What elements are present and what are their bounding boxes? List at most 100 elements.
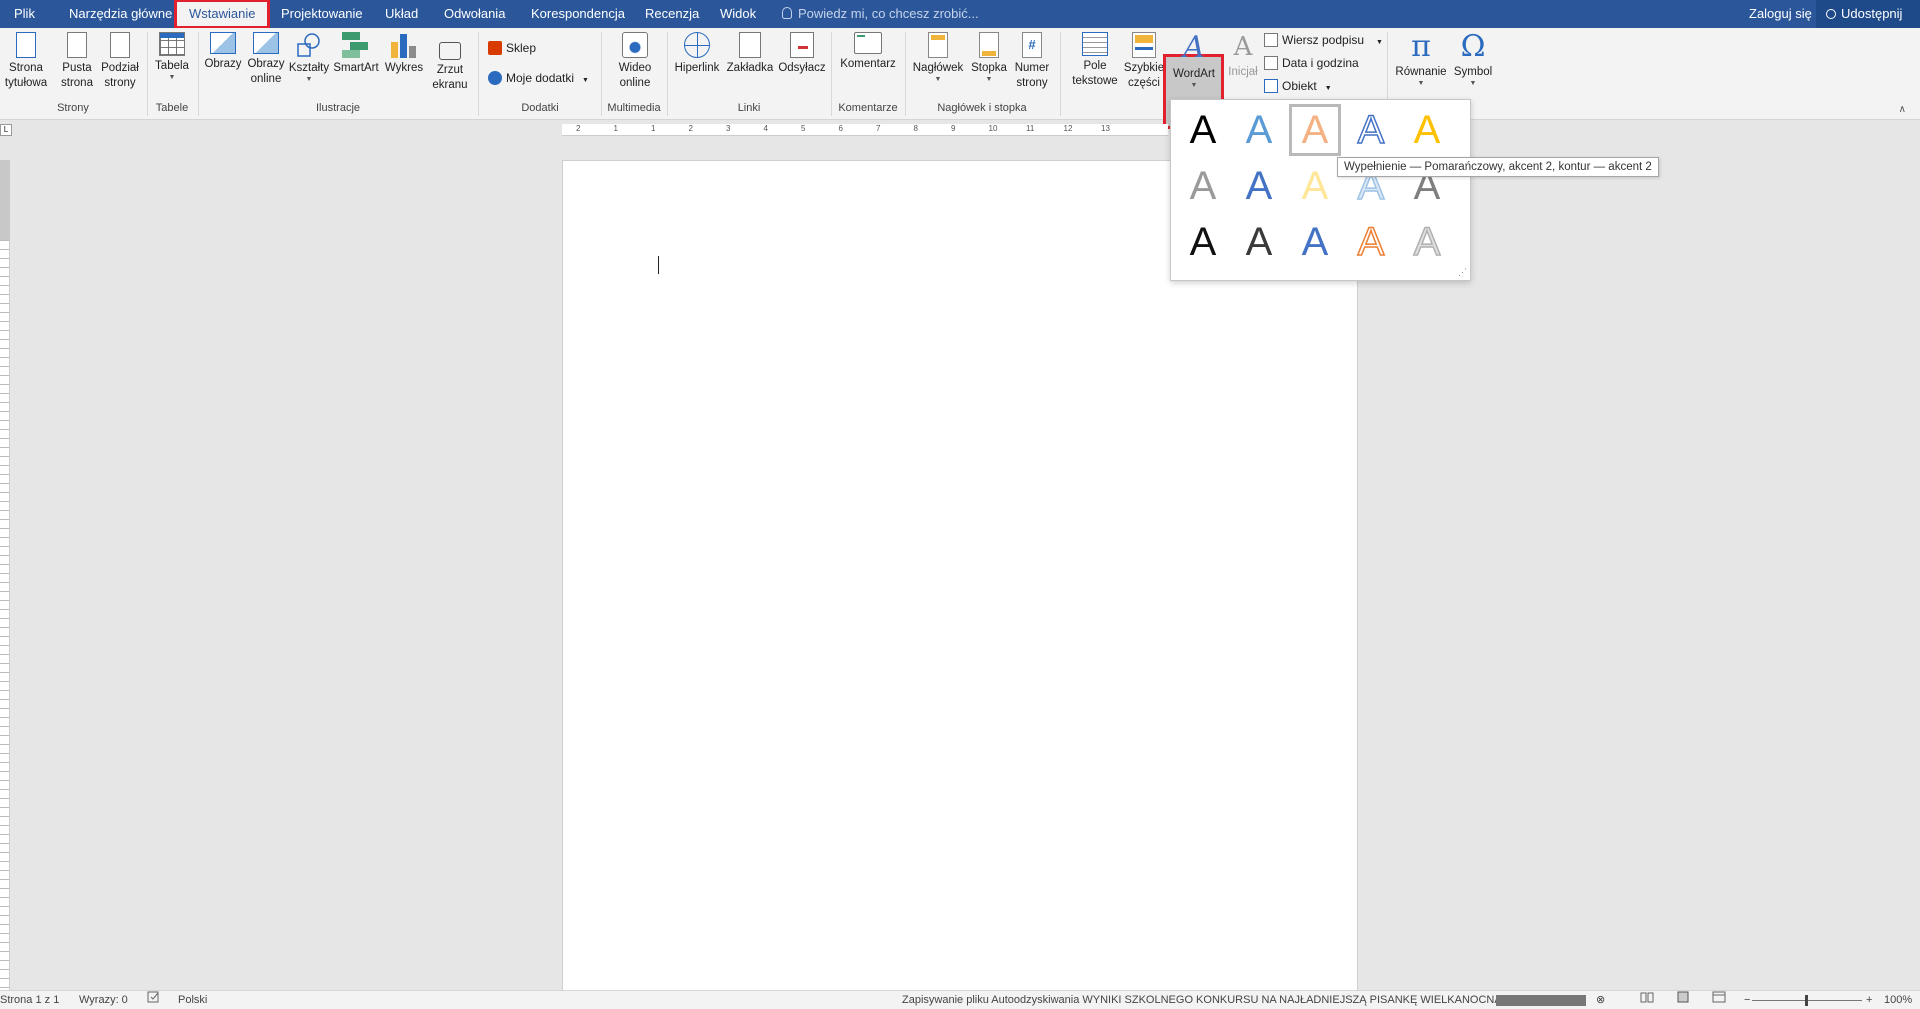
cancel-icon[interactable]: ⊗: [1596, 991, 1605, 1009]
shapes-button[interactable]: Kształty ▼: [287, 32, 331, 84]
equation-button[interactable]: π Równanie ▼: [1392, 32, 1450, 88]
zoom-slider-thumb[interactable]: [1805, 995, 1808, 1006]
table-button[interactable]: Tabela ▼: [150, 32, 194, 82]
proofing-icon[interactable]: [147, 991, 161, 1009]
page-break-button[interactable]: Podział strony: [98, 32, 142, 91]
blank-page-icon: [67, 32, 87, 58]
wordart-style-option[interactable]: A: [1177, 104, 1229, 156]
page-count[interactable]: Strona 1 z 1: [0, 991, 59, 1009]
vertical-ruler[interactable]: [0, 160, 10, 990]
tab-file[interactable]: Plik: [14, 0, 35, 28]
group-label-addins: Dodatki: [521, 102, 559, 114]
wordart-style-option[interactable]: A: [1401, 216, 1453, 268]
pi-icon: π: [1411, 29, 1431, 64]
ruler-tick-label: 8: [913, 124, 918, 133]
group-label-media: Multimedia: [607, 102, 661, 114]
table-label: Tabela: [155, 60, 189, 72]
bookmark-button[interactable]: Zakładka: [725, 32, 775, 76]
tab-layout[interactable]: Układ: [385, 0, 418, 28]
web-layout-icon[interactable]: [1712, 991, 1726, 1009]
wordart-label: WordArt: [1173, 68, 1215, 80]
tab-insert[interactable]: Wstawianie: [173, 0, 271, 29]
ruler-tick-label: 1: [613, 124, 618, 133]
store-icon: [488, 41, 502, 55]
wordart-style-option[interactable]: A: [1233, 160, 1285, 212]
pictures-button[interactable]: Obrazy: [202, 32, 244, 72]
horizontal-ruler[interactable]: 2 1 1 2 3 4 5 6 7 8 9 10 11 12 13: [562, 124, 1168, 136]
hyperlink-label: Hiperlink: [674, 62, 720, 74]
cover-page-icon: [16, 32, 36, 58]
wordart-style-option[interactable]: A: [1233, 104, 1285, 156]
online-video-button[interactable]: Wideo online: [610, 32, 660, 91]
chart-button[interactable]: Wykres: [382, 32, 426, 76]
group-label-comments: Komentarze: [838, 102, 898, 114]
wordart-button[interactable]: A WordArt ▼: [1166, 32, 1222, 90]
group-label-header-footer: Nagłówek i stopka: [937, 102, 1027, 114]
symbol-button[interactable]: Ω Symbol ▼: [1450, 32, 1496, 88]
cross-reference-button[interactable]: Odsyłacz: [777, 32, 827, 76]
tab-review[interactable]: Recenzja: [645, 0, 699, 28]
tab-view[interactable]: Widok: [720, 0, 756, 28]
tab-home[interactable]: Narzędzia główne: [69, 0, 172, 28]
word-count[interactable]: Wyrazy: 0: [79, 991, 128, 1009]
tell-me-box[interactable]: Powiedz mi, co chcesz zrobić...: [782, 0, 979, 28]
wordart-style-option[interactable]: A: [1289, 216, 1341, 268]
text-box-button[interactable]: Pole tekstowe: [1068, 32, 1122, 89]
object-button[interactable]: Obiekt ▼: [1264, 76, 1332, 96]
drop-cap-label: Inicjał: [1228, 66, 1258, 78]
footer-icon: [979, 32, 999, 58]
collapse-ribbon-icon[interactable]: ∧: [1899, 104, 1906, 115]
date-time-label: Data i godzina: [1282, 56, 1359, 70]
tab-design[interactable]: Projektowanie: [281, 0, 363, 28]
wordart-style-option[interactable]: A: [1345, 216, 1397, 268]
wordart-style-option[interactable]: A: [1177, 160, 1229, 212]
shapes-icon: [296, 32, 322, 58]
footer-button[interactable]: Stopka ▼: [967, 32, 1011, 84]
read-mode-icon[interactable]: [1640, 991, 1654, 1009]
page-number-label-2: strony: [1016, 77, 1048, 89]
wordart-gallery: AAAAAAAAAAAAAAA ⋰: [1170, 99, 1471, 281]
drop-cap-button[interactable]: A Inicjał: [1226, 32, 1260, 80]
zoom-level[interactable]: 100%: [1884, 991, 1912, 1009]
object-label: Obiekt: [1282, 79, 1317, 93]
group-separator: [478, 32, 479, 116]
wordart-style-option[interactable]: A: [1177, 216, 1229, 268]
resize-grip-icon[interactable]: ⋰: [1458, 267, 1467, 278]
zoom-in-button[interactable]: +: [1866, 991, 1872, 1009]
wordart-style-option[interactable]: A: [1401, 104, 1453, 156]
wordart-style-option[interactable]: A: [1289, 160, 1341, 212]
online-pictures-label-1: Obrazy: [247, 58, 285, 70]
document-page[interactable]: [562, 160, 1358, 992]
share-button[interactable]: Udostępnij: [1816, 0, 1920, 28]
omega-icon: Ω: [1460, 29, 1486, 64]
smartart-button[interactable]: SmartArt: [331, 32, 381, 76]
comment-button[interactable]: Komentarz: [835, 32, 901, 72]
tab-selector[interactable]: L: [0, 124, 12, 136]
tab-references[interactable]: Odwołania: [444, 0, 505, 28]
tab-mailings[interactable]: Korespondencja: [531, 0, 625, 28]
header-button[interactable]: Nagłówek ▼: [909, 32, 967, 84]
signature-line-button[interactable]: Wiersz podpisu ▼: [1264, 30, 1383, 50]
wordart-style-option[interactable]: A: [1233, 216, 1285, 268]
ruler-tick-label: 5: [801, 124, 806, 133]
quick-parts-button[interactable]: Szybkie części: [1122, 32, 1166, 91]
screenshot-button[interactable]: Zrzut ekranu: [428, 32, 472, 93]
blank-page-button[interactable]: Pusta strona: [55, 32, 99, 91]
page-number-button[interactable]: # Numer strony: [1010, 32, 1054, 91]
date-time-button[interactable]: Data i godzina: [1264, 53, 1359, 73]
cover-page-label-1: Strona: [9, 62, 43, 74]
wordart-style-option[interactable]: A: [1345, 104, 1397, 156]
cover-page-button[interactable]: Strona tytułowa: [2, 32, 50, 91]
my-addins-button[interactable]: Moje dodatki ▼: [488, 68, 589, 88]
group-separator: [1060, 32, 1061, 116]
zoom-out-button[interactable]: −: [1744, 991, 1750, 1009]
online-pictures-button[interactable]: Obrazy online: [244, 32, 288, 87]
my-addins-label: Moje dodatki: [506, 71, 575, 85]
wordart-style-option[interactable]: A: [1289, 104, 1341, 156]
language[interactable]: Polski: [178, 991, 207, 1009]
text-box-label-1: Pole: [1083, 60, 1107, 72]
hyperlink-button[interactable]: Hiperlink: [671, 32, 723, 76]
sign-in-link[interactable]: Zaloguj się: [1749, 0, 1812, 28]
print-layout-icon[interactable]: [1676, 991, 1690, 1009]
store-button[interactable]: Sklep: [488, 38, 536, 58]
